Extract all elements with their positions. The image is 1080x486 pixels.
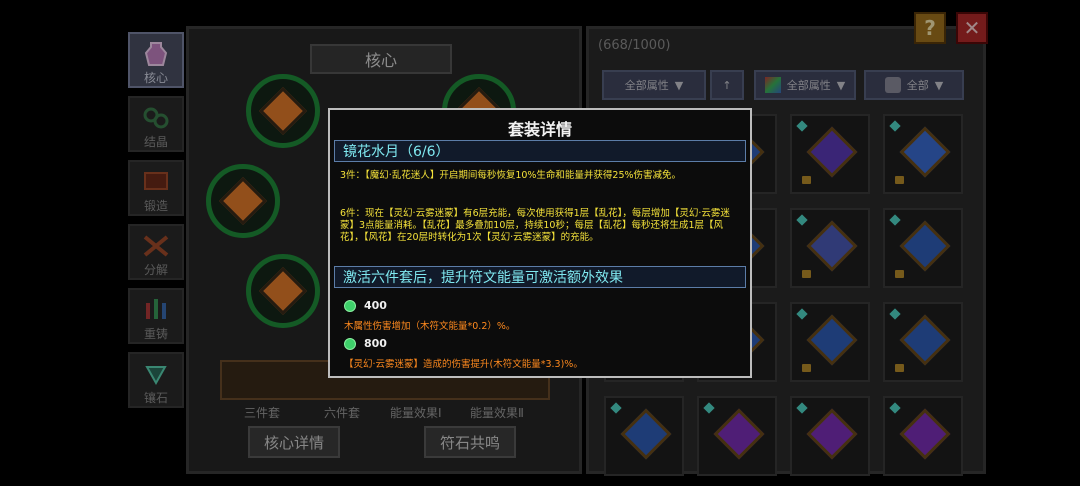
wood-energy-icon: [344, 300, 356, 312]
energy-effect: 木属性伤害增加（木符文能量*0.2）%。: [344, 321, 516, 332]
set-name-bar: 镜花水月（6/6）: [334, 140, 746, 162]
modal-title: 套装详情: [507, 120, 572, 139]
extra-effect-bar: 激活六件套后，提升符文能量可激活额外效果: [334, 266, 746, 288]
energy-threshold: 800: [364, 337, 387, 350]
six-set-bonus: 6件：现在【灵幻·云雾迷蒙】有6层充能，每次使用获得1层【乱花】，每层增加【灵幻…: [340, 208, 730, 243]
three-set-bonus: 3件：【魔幻·乱花迷人】开启期间每秒恢复10%生命和能量并获得25%伤害减免。: [340, 170, 682, 181]
energy-effect: 【灵幻·云雾迷蒙】造成的伤害提升(木符文能量*3.3)%。: [344, 359, 583, 370]
set-detail-modal: 套装详情 镜花水月（6/6） 3件：【魔幻·乱花迷人】开启期间每秒恢复10%生命…: [328, 108, 752, 378]
energy-threshold: 400: [364, 299, 387, 312]
wood-energy-icon: [344, 338, 356, 350]
